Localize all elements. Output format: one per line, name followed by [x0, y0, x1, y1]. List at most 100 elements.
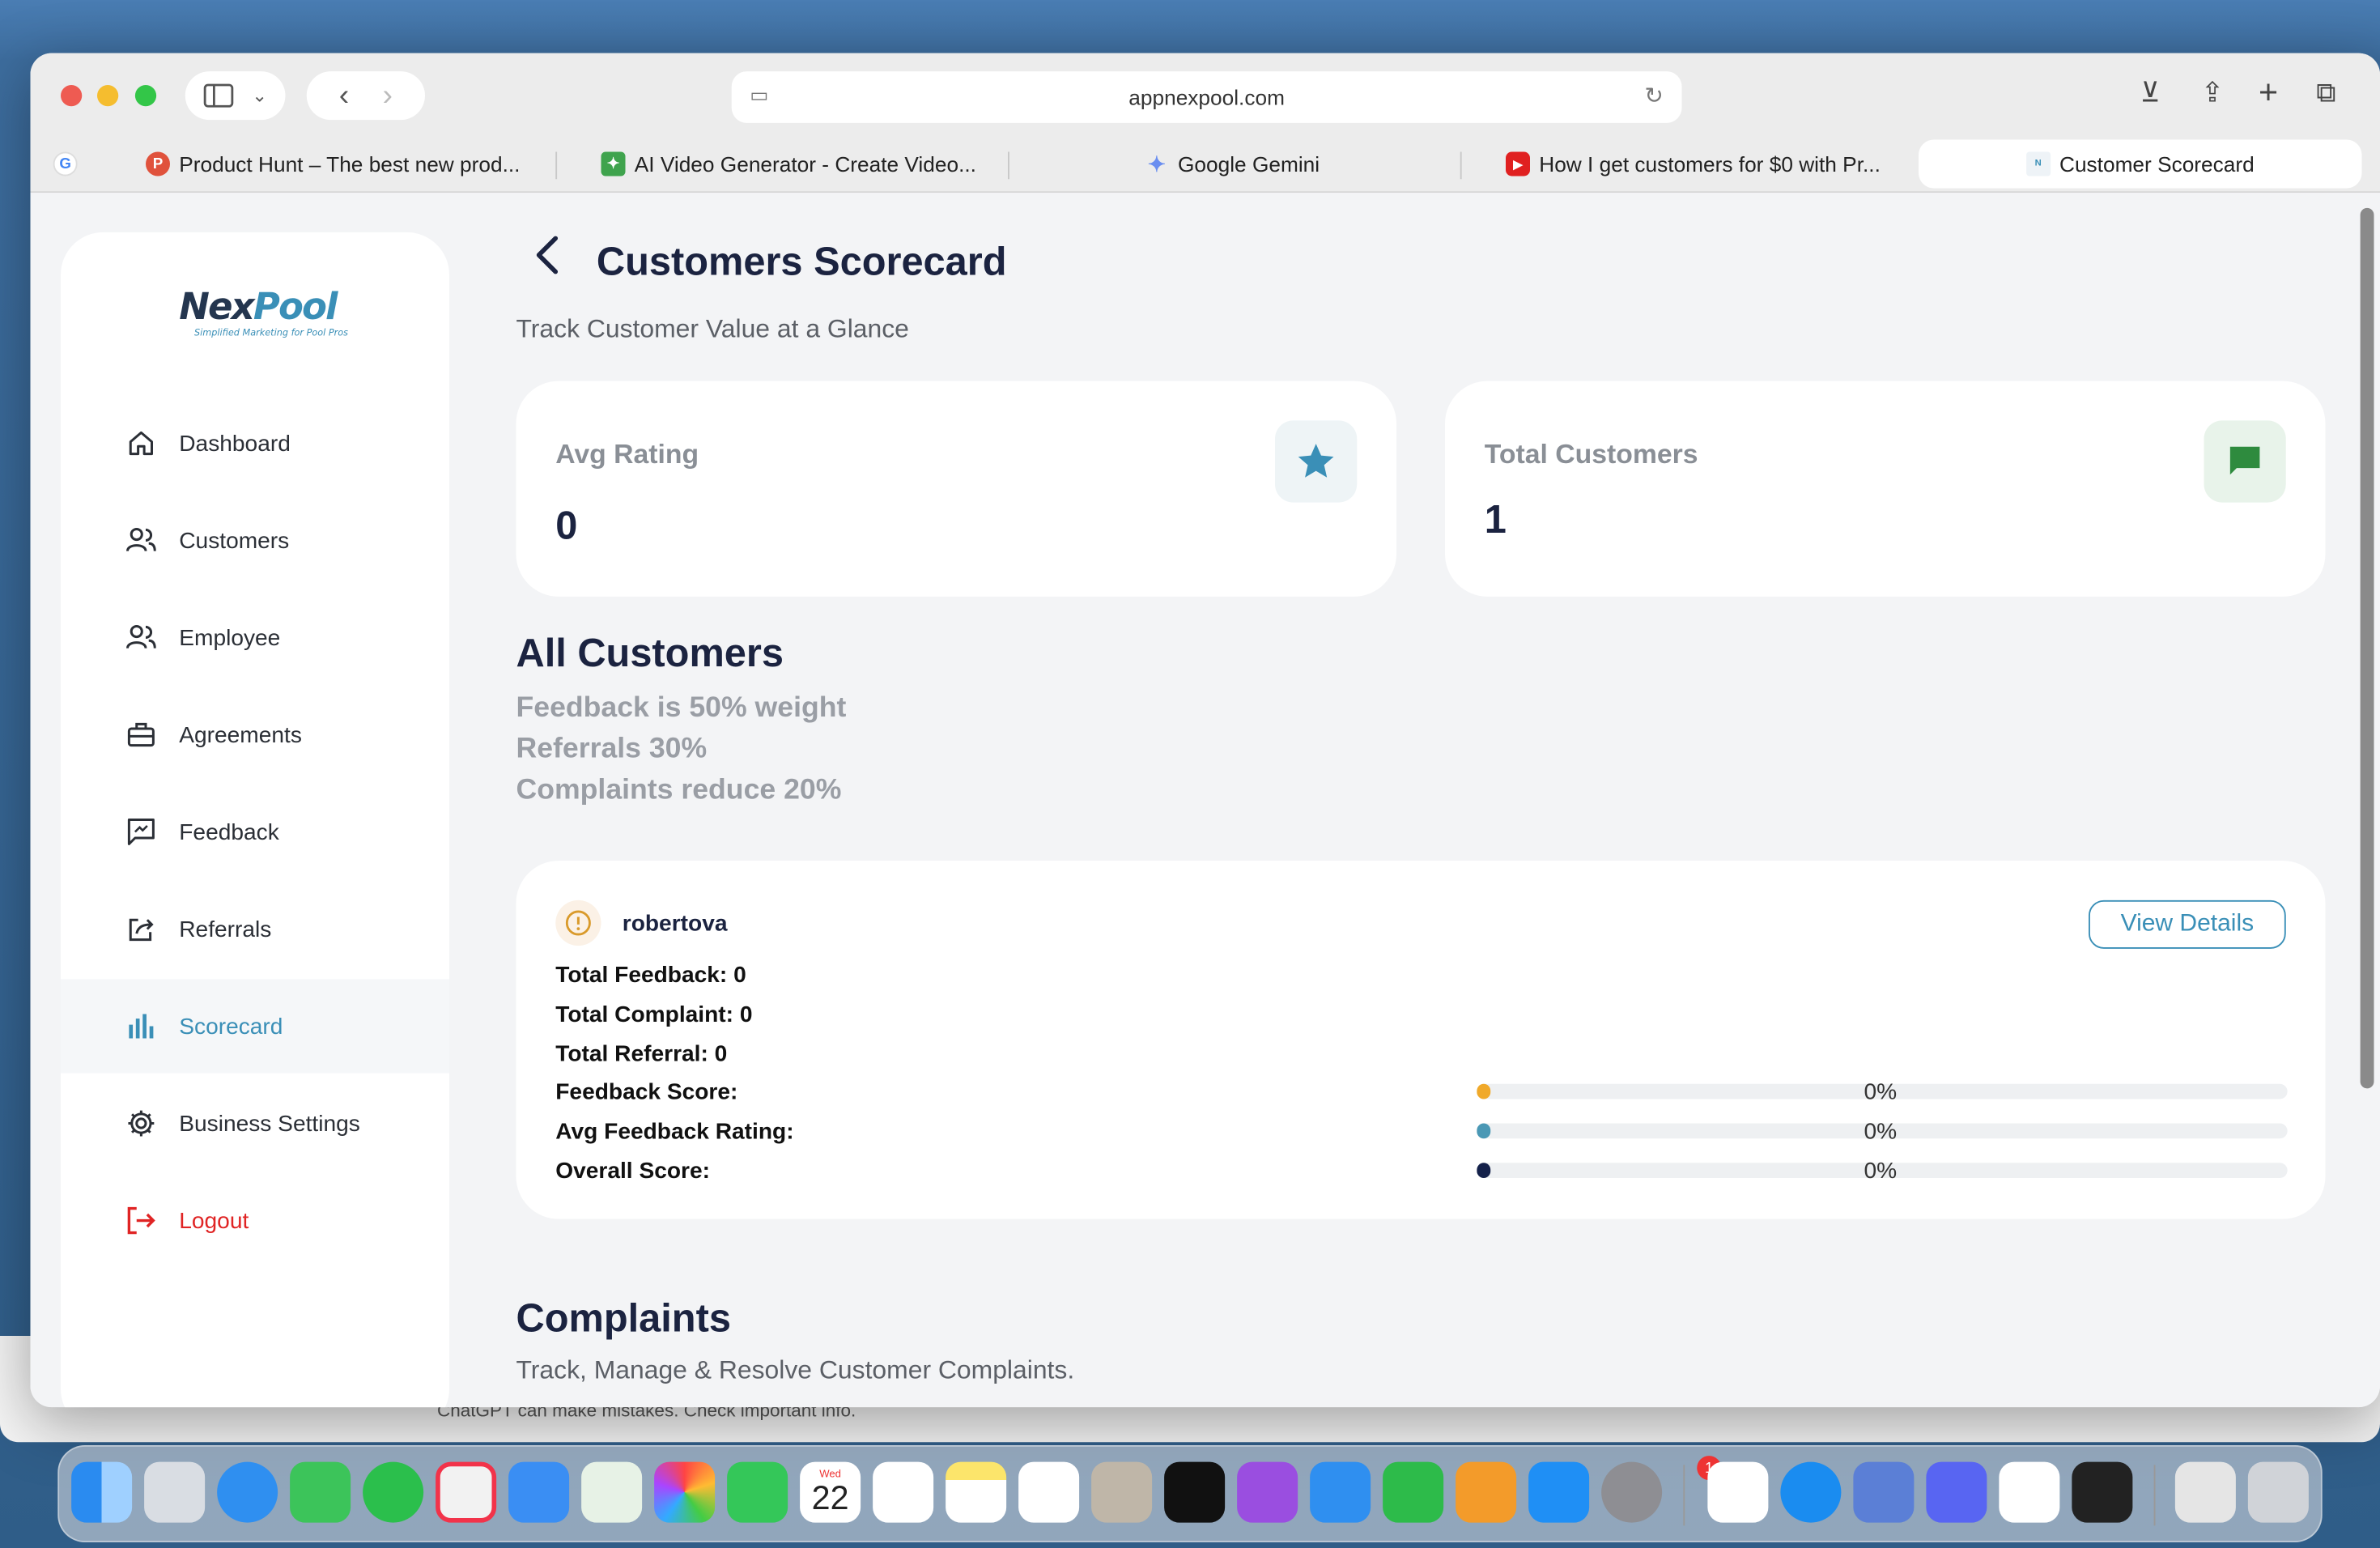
sidebar-item-label: Business Settings	[179, 1110, 360, 1137]
tab-ai-video[interactable]: ✦ AI Video Generator - Create Video...	[601, 140, 999, 189]
warning-icon	[555, 899, 601, 946]
page-scrollbar[interactable]	[2360, 207, 2374, 1089]
utility-app-icon[interactable]	[2072, 1461, 2133, 1523]
quicktime-icon[interactable]	[1780, 1461, 1842, 1523]
sidebar-item-label: Scorecard	[179, 1013, 283, 1040]
zoom-window-button[interactable]	[134, 85, 157, 107]
sidebar-item-feedback[interactable]: Feedback	[61, 785, 449, 878]
whatsapp-icon[interactable]	[363, 1461, 424, 1523]
avg-feedback-rating-value: 0%	[1864, 1118, 1898, 1145]
minimize-window-button[interactable]	[97, 85, 119, 107]
freeform-icon[interactable]	[1018, 1461, 1080, 1523]
sidebar-item-employee[interactable]: Employee	[61, 590, 449, 684]
main-content: Customers Scorecard Track Customer Value…	[516, 193, 2326, 1407]
nexpool-favicon-icon: N	[2025, 151, 2051, 176]
google-tab-icon[interactable]: G	[52, 140, 88, 189]
overall-score-fill	[1477, 1163, 1490, 1178]
feedback-score-label: Feedback Score:	[555, 1079, 738, 1105]
feedback-icon	[125, 815, 158, 848]
customer-card: robertova View Details Total Feedback: 0…	[516, 861, 2326, 1219]
sidebar-item-referrals[interactable]: Referrals	[61, 882, 449, 976]
weight-notes: Feedback is 50% weight Referrals 30% Com…	[516, 687, 847, 810]
tab-label: How I get customers for $0 with Pr...	[1539, 151, 1881, 176]
back-button[interactable]	[529, 232, 568, 278]
share-icon[interactable]: ⇪	[2201, 78, 2224, 109]
safari-icon[interactable]	[217, 1461, 278, 1523]
apple-tv-icon[interactable]	[1164, 1461, 1226, 1523]
reload-icon[interactable]: ↻	[1644, 82, 1664, 109]
sidebar-item-logout[interactable]: Logout	[61, 1173, 449, 1267]
nexpool-logo[interactable]: NexPool Simplified Marketing for Pool Pr…	[179, 286, 348, 339]
feedback-score-fill	[1477, 1083, 1490, 1099]
numbers-icon[interactable]	[1383, 1461, 1444, 1523]
sidebar-item-customers[interactable]: Customers	[61, 493, 449, 587]
sidebar-item-label: Dashboard	[179, 430, 291, 457]
address-text: appnexpool.com	[1128, 85, 1285, 109]
history-nav-buttons: ‹ ›	[306, 71, 425, 121]
web-page: NexPool Simplified Marketing for Pool Pr…	[30, 193, 2380, 1408]
trash-icon[interactable]	[2247, 1461, 2309, 1523]
downloads-icon[interactable]: ⊻	[2140, 78, 2161, 109]
tab-product-hunt[interactable]: P Product Hunt – The best new prod...	[146, 140, 543, 189]
browser-toolbar: ⌄ ‹ › ▭ appnexpool.com ↻ ⊻ ⇪ + ⧉ G P Pro…	[30, 53, 2380, 194]
page-title: Customers Scorecard	[596, 238, 1007, 284]
close-window-button[interactable]	[61, 85, 83, 107]
news-icon[interactable]	[436, 1461, 497, 1523]
chat-icon	[2204, 420, 2286, 503]
calendar-icon[interactable]: Wed 22	[800, 1461, 861, 1523]
address-bar[interactable]: ▭ appnexpool.com ↻	[731, 71, 1682, 123]
mail-icon[interactable]	[508, 1461, 570, 1523]
briefcase-icon	[125, 718, 158, 751]
capcut-icon[interactable]	[1999, 1461, 2060, 1523]
sidebar-item-label: Employee	[179, 624, 281, 651]
photos-icon[interactable]	[654, 1461, 716, 1523]
bar-chart-icon	[125, 1010, 158, 1043]
chevron-down-icon: ⌄	[252, 85, 268, 107]
downloads-stack-icon[interactable]	[2174, 1461, 2236, 1523]
all-customers-heading: All Customers	[516, 630, 784, 676]
gear-icon	[125, 1107, 158, 1140]
sidebar-item-label: Logout	[179, 1207, 249, 1234]
page-menu-icon[interactable]: ▭	[750, 83, 768, 108]
tab-customer-scorecard[interactable]: N Customer Scorecard	[1919, 139, 2362, 189]
maps-icon[interactable]	[581, 1461, 643, 1523]
tab-overview-icon[interactable]: ⧉	[2316, 78, 2335, 109]
total-customers-label: Total Customers	[1484, 438, 1698, 470]
star-icon	[1275, 420, 1358, 503]
system-settings-icon[interactable]	[1601, 1461, 1663, 1523]
spreadsheet-app-icon[interactable]	[1707, 1461, 1769, 1523]
new-tab-icon[interactable]: +	[2259, 73, 2278, 113]
total-customers-value: 1	[1484, 496, 1507, 542]
podcasts-icon[interactable]	[1237, 1461, 1298, 1523]
product-hunt-favicon-icon: P	[146, 151, 170, 176]
contacts-icon[interactable]	[1091, 1461, 1153, 1523]
tab-youtube-video[interactable]: ▶ How I get customers for $0 with Pr...	[1506, 140, 1903, 189]
discord-icon[interactable]	[1926, 1461, 1987, 1523]
back-nav-icon[interactable]: ‹	[339, 79, 350, 113]
app-store-icon[interactable]	[1528, 1461, 1590, 1523]
users-icon	[125, 621, 158, 654]
total-feedback-stat: Total Feedback: 0	[555, 962, 746, 989]
messages-icon[interactable]	[290, 1461, 351, 1523]
chatgpt-app-icon[interactable]	[1853, 1461, 1915, 1523]
pages-icon[interactable]	[1456, 1461, 1517, 1523]
notes-icon[interactable]	[946, 1461, 1007, 1523]
forward-nav-icon[interactable]: ›	[383, 79, 393, 113]
complaints-heading: Complaints	[516, 1295, 731, 1341]
sidebar-item-scorecard[interactable]: Scorecard	[61, 979, 449, 1074]
dock: Wed 22 1	[57, 1445, 2323, 1542]
keynote-icon[interactable]	[1310, 1461, 1371, 1523]
reminders-icon[interactable]	[873, 1461, 934, 1523]
sidebar-item-business-settings[interactable]: Business Settings	[61, 1076, 449, 1170]
sidebar-item-dashboard[interactable]: Dashboard	[61, 396, 449, 490]
tab-google-gemini[interactable]: ✦ Google Gemini	[1145, 140, 1418, 189]
total-customers-card: Total Customers 1	[1445, 381, 2326, 597]
weight-note: Feedback is 50% weight	[516, 692, 847, 725]
finder-icon[interactable]	[71, 1461, 133, 1523]
sidebar-item-agreements[interactable]: Agreements	[61, 687, 449, 781]
share-icon	[125, 912, 158, 946]
view-details-button[interactable]: View Details	[2089, 899, 2286, 949]
sidebar-toggle-button[interactable]: ⌄	[185, 71, 286, 121]
facetime-icon[interactable]	[727, 1461, 788, 1523]
launchpad-icon[interactable]	[144, 1461, 206, 1523]
